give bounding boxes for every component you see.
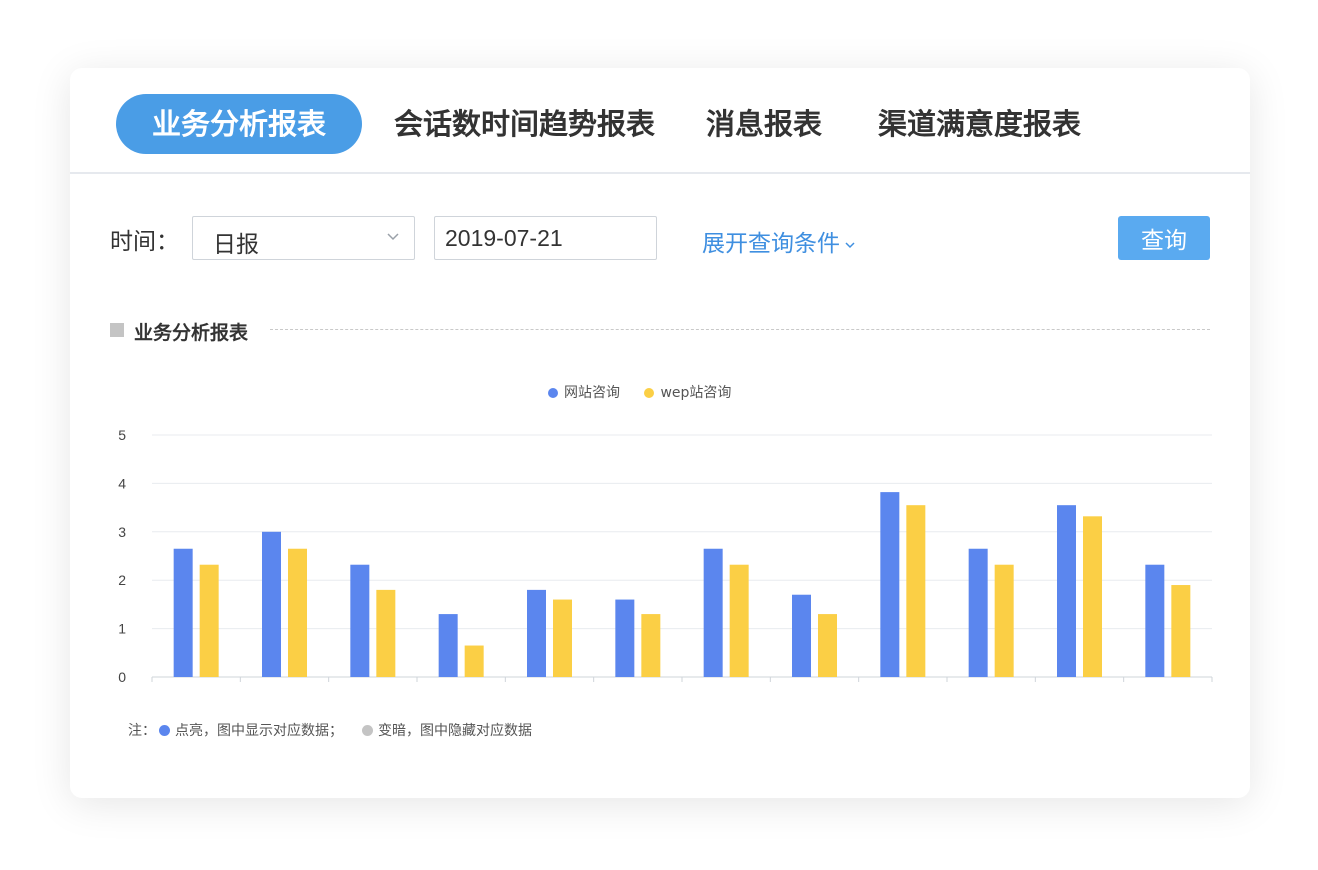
bar-series-1: [703, 548, 723, 677]
y-tick-label: 4: [118, 475, 126, 491]
legend-label: wep站咨询: [660, 385, 732, 401]
y-tick-label: 3: [118, 524, 126, 540]
tab-business-analysis[interactable]: 业务分析报表: [116, 94, 363, 154]
note-dim-text: 变暗，图中隐藏对应数据: [378, 723, 532, 739]
period-select-value: 日报: [213, 232, 259, 258]
y-tick-label: 1: [118, 621, 126, 637]
bar-series-2: [641, 614, 661, 677]
bar-series-2: [288, 548, 307, 677]
legend-item-series-2[interactable]: wep站咨询: [644, 382, 731, 402]
bar-series-1: [1057, 505, 1076, 677]
section-title: 业务分析报表: [134, 322, 249, 344]
chevron-down-icon: [845, 241, 855, 248]
tab-message-report[interactable]: 消息报表: [706, 94, 822, 154]
section-marker-icon: [110, 323, 124, 337]
bar-series-2: [376, 589, 396, 677]
bar-series-2: [906, 505, 926, 677]
tab-session-trend[interactable]: 会话数时间趋势报表: [394, 94, 655, 154]
legend-dot-icon: [548, 388, 558, 398]
lit-dot-icon: [159, 725, 170, 736]
bar-series-1: [527, 589, 546, 677]
section-divider: [270, 329, 1210, 330]
bar-series-2: [994, 564, 1014, 677]
chevron-down-icon: [387, 233, 399, 241]
bar-series-1: [262, 531, 281, 677]
bar-series-1: [792, 594, 811, 677]
note-prefix: 注：: [128, 723, 156, 739]
y-tick-label: 2: [118, 572, 126, 588]
legend-label: 网站咨询: [564, 385, 620, 401]
time-label: 时间：: [110, 229, 179, 255]
bar-series-2: [1171, 585, 1191, 677]
period-select[interactable]: 日报: [192, 216, 415, 260]
bar-series-2: [818, 614, 837, 677]
bar-series-1: [350, 564, 370, 677]
dim-dot-icon: [362, 725, 373, 736]
bar-series-2: [553, 599, 572, 677]
bar-series-1: [880, 492, 900, 677]
y-tick-label: 0: [118, 669, 126, 685]
bar-series-1: [968, 548, 988, 677]
bar-series-2: [464, 645, 484, 677]
bar-series-1: [1145, 564, 1165, 677]
legend-item-series-1[interactable]: 网站咨询: [548, 382, 620, 402]
chart-note: 注： 点亮，图中显示对应数据； 变暗，图中隐藏对应数据: [128, 720, 532, 740]
note-lit-text: 点亮，图中显示对应数据；: [175, 723, 343, 739]
bar-series-2: [199, 564, 219, 677]
bar-chart: 0 1 2 3 4 5: [118, 427, 1213, 685]
expand-label: 展开查询条件: [702, 231, 840, 257]
section-header: 业务分析报表: [110, 318, 1210, 344]
bar-series-1: [173, 548, 193, 677]
bar-series-2: [729, 564, 749, 677]
report-card: 业务分析报表 会话数时间趋势报表 消息报表 渠道满意度报表 时间： 日报 展开查…: [70, 68, 1250, 798]
date-input[interactable]: [434, 216, 657, 260]
query-button[interactable]: 查询: [1118, 216, 1210, 260]
report-tabs: 业务分析报表 会话数时间趋势报表 消息报表 渠道满意度报表: [70, 68, 1250, 174]
y-tick-label: 5: [118, 427, 126, 443]
expand-query-conditions[interactable]: 展开查询条件: [702, 224, 856, 258]
legend-dot-icon: [644, 388, 655, 398]
bar-series-2: [1083, 516, 1102, 677]
bar-series-1: [615, 599, 635, 677]
chart-legend: 网站咨询 wep站咨询: [548, 382, 751, 402]
bar-series-1: [438, 614, 458, 677]
tab-channel-satisfaction[interactable]: 渠道满意度报表: [878, 94, 1081, 154]
